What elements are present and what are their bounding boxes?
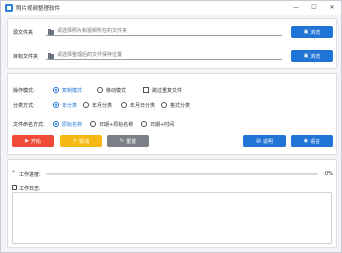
window-title: 照片视频整理软件 xyxy=(16,6,61,12)
format-classify-radio[interactable] xyxy=(161,102,167,108)
source-folder-label: 源文件夹 xyxy=(13,30,34,36)
source-browse-button[interactable]: ▣ 浏览 xyxy=(291,26,333,38)
date-original-name-label: 日期+原始名称 xyxy=(99,122,134,128)
close-button[interactable]: ✕ xyxy=(327,3,337,13)
operation-mode-label: 操作模式: xyxy=(13,88,35,94)
cancel-button[interactable]: ✕ 取消 xyxy=(60,135,102,147)
log-label: 工作日志: xyxy=(19,186,41,192)
start-button[interactable]: ▶ 开始 xyxy=(12,135,54,147)
year-classify-radio[interactable] xyxy=(53,102,59,108)
language-button[interactable]: ◉ 语言 xyxy=(291,135,333,147)
reset-button[interactable]: ↻ 重置 xyxy=(107,135,149,147)
options-panel xyxy=(7,73,337,155)
log-icon xyxy=(12,185,17,190)
format-classify-label: 格式分类 xyxy=(170,103,191,109)
source-folder-input[interactable] xyxy=(46,26,282,36)
app-window: 照片视频整理软件 — ☐ ✕ 源文件夹 ▣ 浏览 目标文件夹 ▣ 浏览 操作模式… xyxy=(0,0,342,253)
help-button[interactable]: ▤ 说明 xyxy=(243,135,286,147)
chat-icon: ▤ xyxy=(256,137,261,144)
app-logo-icon xyxy=(5,4,13,12)
log-textarea[interactable] xyxy=(12,192,332,244)
copy-mode-radio[interactable] xyxy=(53,87,59,93)
date-time-name-radio[interactable] xyxy=(141,121,147,127)
target-folder-label: 目标文件夹 xyxy=(13,54,39,60)
start-label: 开始 xyxy=(30,138,41,145)
date-time-name-label: 日期+时间 xyxy=(150,122,175,128)
play-icon: ▶ xyxy=(25,137,29,144)
skip-duplicates-checkbox[interactable] xyxy=(143,87,149,93)
progress-percent: 0% xyxy=(325,171,333,177)
year-month-classify-radio[interactable] xyxy=(83,102,89,108)
naming-mode-label: 文件命名方式: xyxy=(13,122,45,128)
title-bar: 照片视频整理软件 — ☐ ✕ xyxy=(1,1,341,15)
year-month-classify-label: 年月分类 xyxy=(92,103,113,109)
year-month-day-classify-radio[interactable] xyxy=(121,102,127,108)
folder-open-icon: ▣ xyxy=(303,52,309,59)
progress-label: 工作进度: xyxy=(19,172,41,178)
folder-open-icon: ▣ xyxy=(303,28,309,35)
target-browse-label: 浏览 xyxy=(310,53,321,60)
refresh-icon: ↻ xyxy=(119,137,125,144)
language-label: 语言 xyxy=(310,138,321,145)
move-mode-label: 移动模式 xyxy=(106,88,127,94)
year-classify-label: 年分类 xyxy=(62,103,78,109)
classify-mode-label: 分类方式: xyxy=(13,103,35,109)
globe-icon: ◉ xyxy=(303,137,309,144)
help-label: 说明 xyxy=(262,138,273,145)
date-original-name-radio[interactable] xyxy=(90,121,96,127)
reset-label: 重置 xyxy=(126,138,137,145)
progress-bar xyxy=(46,173,318,175)
maximize-button[interactable]: ☐ xyxy=(309,3,319,13)
skip-duplicates-label: 跳过重复文件 xyxy=(152,88,183,94)
move-mode-radio[interactable] xyxy=(97,87,103,93)
original-name-radio[interactable] xyxy=(53,121,59,127)
fast-forward-icon: » xyxy=(12,169,16,175)
close-icon: ✕ xyxy=(72,137,78,144)
copy-mode-label: 复制模式 xyxy=(62,88,83,94)
minimize-button[interactable]: — xyxy=(291,3,301,13)
target-folder-input[interactable] xyxy=(46,50,282,60)
source-browse-label: 浏览 xyxy=(310,29,321,36)
cancel-label: 取消 xyxy=(79,138,90,145)
target-browse-button[interactable]: ▣ 浏览 xyxy=(291,50,333,62)
year-month-day-classify-label: 年月日分类 xyxy=(130,103,156,109)
original-name-label: 原始名称 xyxy=(62,122,83,128)
